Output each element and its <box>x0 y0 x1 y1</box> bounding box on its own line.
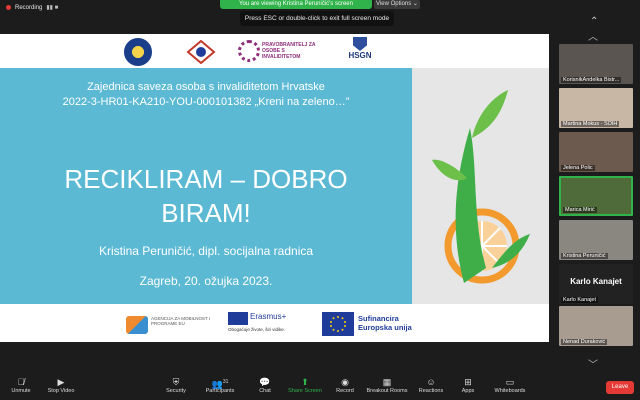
view-options-label: View Options <box>376 1 412 7</box>
recording-label: Recording <box>15 4 43 11</box>
organization-text: Zajednica saveza osoba s invaliditetom H… <box>0 80 412 110</box>
view-options-button[interactable]: View Options ⌄ <box>374 0 420 9</box>
reactions-button[interactable]: ☺ Reactions <box>416 376 446 400</box>
organization-line-1: Zajednica saveza osoba s invaliditetom H… <box>87 81 325 93</box>
sprout-illustration-panel <box>412 68 549 304</box>
participant-tile-active-speaker[interactable]: Marica Mirić <box>559 176 633 216</box>
security-label: Security <box>166 388 186 394</box>
presenter-name: Kristina Peruničić, dipl. socijalna radn… <box>98 244 314 258</box>
breakout-rooms-icon: ▦ <box>382 377 392 387</box>
share-screen-button[interactable]: ⬆ Share Screen <box>286 376 324 400</box>
fullscreen-exit-hint: Press ESC or double-click to exit full s… <box>240 11 394 26</box>
participant-name: Jelena Polic <box>561 165 595 171</box>
participants-count: 31 <box>222 379 229 385</box>
participant-name: Nenad Duraković <box>561 339 608 345</box>
chat-label: Chat <box>259 388 271 394</box>
participant-tile[interactable]: Kristina Peruničić <box>559 220 633 260</box>
viewing-screen-banner: You are viewing Kristina Peruničić's scr… <box>220 0 372 9</box>
soih-logo <box>186 39 216 65</box>
participants-scroll-down-icon[interactable]: ﹀ <box>588 356 598 371</box>
stop-video-label: Stop Video <box>47 388 75 394</box>
slide-title-line-2: BIRAM! <box>161 198 251 228</box>
participants-label: Participants <box>205 388 235 394</box>
participants-scroll-up-icon[interactable]: ︿ <box>588 28 598 43</box>
funding-logos-row: AGENCIJA ZA MOBILNOST I PROGRAME EU Eras… <box>0 304 549 342</box>
participants-icon: 👥31 <box>211 379 229 389</box>
meeting-toolbar: 🎙̸ Unmute ▶ Stop Video ⛨ Security 👥31 Pa… <box>0 376 640 400</box>
azvo-mark-icon <box>126 316 148 334</box>
apps-button[interactable]: ⊞ Apps <box>456 376 480 400</box>
participant-gallery: KorisnikAndelka Bistr... Martina Mokus -… <box>559 44 633 346</box>
leave-button[interactable]: Leave <box>606 381 634 394</box>
apps-grid-icon: ⊞ <box>464 377 472 387</box>
top-bar: Recording ▮▮ ■ You are viewing Kristina … <box>0 0 640 34</box>
participant-name: KorisnikAndelka Bistr... <box>561 77 622 83</box>
participant-name: Martina Mokus - SOIH <box>561 121 620 127</box>
breakout-rooms-button[interactable]: ▦ Breakout Rooms <box>364 376 410 400</box>
participants-button[interactable]: 👥31 Participants <box>200 376 240 400</box>
record-label: Record <box>336 388 354 394</box>
shield-icon: ⛨ <box>172 377 180 387</box>
whiteboards-button[interactable]: ▭ Whiteboards <box>490 376 530 400</box>
eu-flag-icon <box>228 312 248 325</box>
participant-big-name: Karlo Kanajet <box>570 277 622 286</box>
share-screen-icon: ⬆ <box>301 377 309 387</box>
record-icon: ◉ <box>341 377 349 387</box>
whiteboards-label: Whiteboards <box>494 388 526 394</box>
video-camera-icon: ▶ <box>57 377 65 387</box>
slide-title-line-1: RECIKLIRAM – DOBRO <box>64 164 348 194</box>
recording-indicator[interactable]: Recording ▮▮ ■ <box>6 4 58 11</box>
erasmus-logo: Erasmus+ Obogaćuje živote, širi vidike. <box>228 312 308 338</box>
hsgn-mark-icon <box>353 37 367 51</box>
apps-label: Apps <box>461 388 475 394</box>
breakout-rooms-label: Breakout Rooms <box>366 388 408 394</box>
shared-screen-slide: PRAVOBRANITELJ ZA OSOBE S INVALIDITETOM … <box>0 34 549 342</box>
chat-bubble-icon: 💬 <box>259 377 271 387</box>
eu-flag-icon <box>322 312 354 336</box>
hsgn-logo-text: HSGN <box>348 51 372 60</box>
smiley-icon: ☺ <box>426 377 436 387</box>
participant-tile[interactable]: Martina Mokus - SOIH <box>559 88 633 128</box>
participant-name: Kristina Peruničić <box>561 253 608 259</box>
unmute-button[interactable]: 🎙̸ Unmute <box>6 376 36 400</box>
sprout-orange-icon <box>432 90 530 284</box>
ombudsman-logo-text: PRAVOBRANITELJ ZA OSOBE S INVALIDITETOM <box>262 42 316 60</box>
mic-muted-icon: 🎙̸ <box>17 377 25 387</box>
participant-name: Marica Mirić <box>563 207 597 213</box>
pause-stop-icons[interactable]: ▮▮ ■ <box>46 4 58 11</box>
ombudsman-logo: PRAVOBRANITELJ ZA OSOBE S INVALIDITETOM <box>238 40 318 64</box>
hsgn-logo: HSGN <box>346 37 374 65</box>
association-seal-logo <box>124 38 152 66</box>
participant-tile[interactable]: Nenad Duraković <box>559 306 633 346</box>
stop-video-button[interactable]: ▶ Stop Video <box>44 376 78 400</box>
chevron-up-icon[interactable]: ⌃ <box>590 16 598 27</box>
participant-tile[interactable]: Jelena Polic <box>559 132 633 172</box>
title-panel: Zajednica saveza osoba s invaliditetom H… <box>0 68 412 304</box>
organization-line-2: 2022-3-HR01-KA210-YOU-000101382 „Kreni n… <box>62 96 350 108</box>
record-button[interactable]: ◉ Record <box>332 376 358 400</box>
eu-cofunded-logo: Sufinancira Europska unija <box>322 312 422 336</box>
security-button[interactable]: ⛨ Security <box>160 376 192 400</box>
erasmus-tagline: Obogaćuje živote, širi vidike. <box>228 327 286 332</box>
record-dot-icon <box>6 5 11 10</box>
participant-tile-video-off[interactable]: Karlo Kanajet Karlo Kanajet <box>559 264 633 304</box>
participant-name: Karlo Kanajet <box>561 297 599 303</box>
participant-tile[interactable]: KorisnikAndelka Bistr... <box>559 44 633 84</box>
unmute-label: Unmute <box>11 388 31 394</box>
chat-button[interactable]: 💬 Chat <box>252 376 278 400</box>
erasmus-logo-text: Erasmus+ <box>250 312 287 321</box>
zoom-window: Recording ▮▮ ■ You are viewing Kristina … <box>0 0 640 400</box>
share-screen-label: Share Screen <box>288 388 322 394</box>
slide-date: Zagreb, 20. ožujka 2023. <box>139 274 273 288</box>
partner-logos-row: PRAVOBRANITELJ ZA OSOBE S INVALIDITETOM … <box>0 34 549 68</box>
slide-title: RECIKLIRAM – DOBRO BIRAM! <box>0 162 412 230</box>
azvo-logo-text: AGENCIJA ZA MOBILNOST I PROGRAME EU <box>151 316 211 326</box>
azvo-logo: AGENCIJA ZA MOBILNOST I PROGRAME EU <box>126 314 218 336</box>
ombudsman-mark-icon <box>238 40 260 62</box>
eu-cofunded-text: Sufinancira Europska unija <box>358 314 412 332</box>
whiteboard-icon: ▭ <box>505 377 515 387</box>
reactions-label: Reactions <box>418 388 444 394</box>
